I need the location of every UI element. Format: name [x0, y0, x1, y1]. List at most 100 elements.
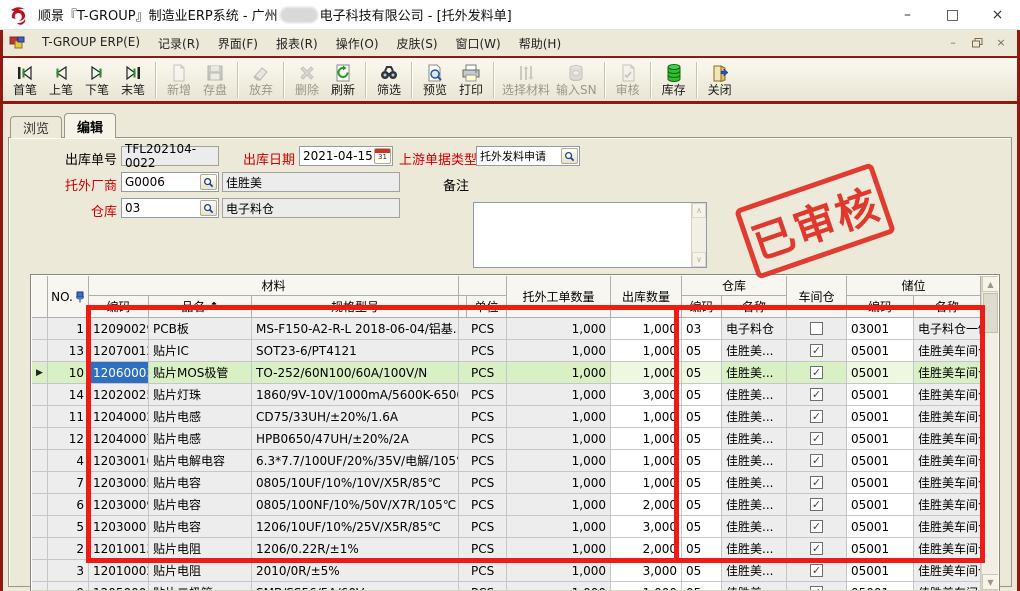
cell-shop[interactable]: ✓	[787, 450, 847, 472]
cell-out_qty[interactable]: 1,000	[611, 428, 682, 450]
cell-unit[interactable]: PCS	[467, 494, 507, 516]
cell-order_qty[interactable]: 1,000	[507, 472, 611, 494]
cell-shop[interactable]	[787, 318, 847, 340]
cell-loc_name[interactable]: 电子料仓一储	[914, 318, 981, 340]
scrollbar-thumb[interactable]	[983, 293, 998, 333]
cell-name[interactable]: 贴片电容	[149, 516, 252, 538]
cell-name[interactable]: 贴片电阻	[149, 560, 252, 582]
cell-no[interactable]: 13	[48, 340, 89, 362]
cell-shop[interactable]: ✓	[787, 362, 847, 384]
cell-name[interactable]: 贴片电感	[149, 428, 252, 450]
header-no[interactable]: NO.	[48, 276, 89, 318]
cell-order_qty[interactable]: 1,000	[507, 362, 611, 384]
warehouse-code-field[interactable]: 03	[121, 198, 219, 218]
header-wh-name[interactable]: 名称	[722, 296, 787, 318]
cell-out_qty[interactable]: 3,000	[611, 384, 682, 406]
cell-order_qty[interactable]: 1,000	[507, 428, 611, 450]
cell-loc_name[interactable]: 佳胜美车间仓	[914, 362, 981, 384]
cell-spec[interactable]: SOT23-6/PT4121	[252, 340, 459, 362]
cell-no[interactable]: 14	[48, 384, 89, 406]
cell-shop[interactable]: ✓	[787, 472, 847, 494]
out-date-field[interactable]: 2021-04-15 31	[299, 146, 393, 166]
cell-no[interactable]: 11	[48, 406, 89, 428]
cell-shop[interactable]: ✓	[787, 494, 847, 516]
header-material-name[interactable]: 品名↑	[149, 296, 252, 318]
cell-wh_name[interactable]: 佳胜美...	[722, 538, 787, 560]
header-out-qty[interactable]: 出库数量	[611, 276, 682, 318]
cell-order_qty[interactable]: 1,000	[507, 450, 611, 472]
cell-wh_name[interactable]: 电子料仓	[722, 318, 787, 340]
toolbar-button-库存[interactable]: 库存	[656, 60, 692, 100]
mdi-close-button[interactable]: ×	[993, 35, 1009, 50]
scroll-up-icon[interactable]: ∧	[692, 203, 706, 218]
calendar-button[interactable]: 31	[374, 148, 391, 164]
shop-warehouse-checkbox[interactable]: ✓	[810, 498, 823, 511]
shop-warehouse-checkbox[interactable]: ✓	[810, 476, 823, 489]
cell-order_qty[interactable]: 1,000	[507, 516, 611, 538]
mdi-minimize-button[interactable]: –	[945, 35, 961, 50]
cell-loc_code[interactable]: 05001	[847, 450, 914, 472]
cell-out_qty[interactable]: 1,000	[611, 362, 682, 384]
cell-wh_name[interactable]: 佳胜美...	[722, 384, 787, 406]
cell-unit[interactable]: PCS	[467, 362, 507, 384]
cell-name[interactable]: PCB板	[149, 318, 252, 340]
cell-loc_name[interactable]: 佳胜美车间仓	[914, 384, 981, 406]
cell-wh_name[interactable]: 佳胜美...	[722, 582, 787, 590]
cell-loc_name[interactable]: 佳胜美车间仓	[914, 450, 981, 472]
shop-warehouse-checkbox[interactable]: ✓	[810, 564, 823, 577]
table-row[interactable]: 1112040002贴片电感CD75/33UH/±20%/1.6APCS1,00…	[32, 406, 981, 428]
cell-order_qty[interactable]: 1,000	[507, 538, 611, 560]
cell-shop[interactable]: ✓	[787, 428, 847, 450]
cell-name[interactable]: 贴片IC	[149, 340, 252, 362]
cell-wh_code[interactable]: 05	[682, 560, 722, 582]
cell-unit[interactable]: PCS	[467, 340, 507, 362]
cell-shop[interactable]: ✓	[787, 406, 847, 428]
cell-name[interactable]: 贴片电解电容	[149, 450, 252, 472]
cell-spec[interactable]: 6.3*7.7/100UF/20%/35V/电解/105℃	[252, 450, 459, 472]
toolbar-button-首笔[interactable]: 首笔	[7, 60, 43, 100]
cell-wh_name[interactable]: 佳胜美...	[722, 406, 787, 428]
cell-spec[interactable]: SMB/SS56/5A/60V	[252, 582, 459, 590]
table-row[interactable]: 1412020025贴片灯珠1860/9V-10V/1000mA/5600K-6…	[32, 384, 981, 406]
cell-wh_code[interactable]: 05	[682, 384, 722, 406]
cell-shop[interactable]: ✓	[787, 516, 847, 538]
cell-no[interactable]: 6	[48, 494, 89, 516]
cell-wh_name[interactable]: 佳胜美...	[722, 516, 787, 538]
cell-order_qty[interactable]: 1,000	[507, 406, 611, 428]
shop-warehouse-checkbox[interactable]: ✓	[810, 542, 823, 555]
cell-loc_code[interactable]: 05001	[847, 538, 914, 560]
header-loc-code[interactable]: 编码	[847, 296, 914, 318]
shop-warehouse-checkbox[interactable]: ✓	[810, 520, 823, 533]
table-row[interactable]: 312010002贴片电阻2010/0R/±5%PCS1,0003,00005佳…	[32, 560, 981, 582]
cell-loc_name[interactable]: 佳胜美车间仓	[914, 494, 981, 516]
table-row[interactable]: 1212040007贴片电感HPB0650/47UH/±20%/2APCS1,0…	[32, 428, 981, 450]
cell-out_qty[interactable]: 2,000	[611, 538, 682, 560]
header-material-code[interactable]: 编码	[89, 296, 149, 318]
cell-no[interactable]: 4	[48, 450, 89, 472]
cell-shop[interactable]: ✓	[787, 560, 847, 582]
toolbar-button-打印[interactable]: 打印	[453, 60, 489, 100]
cell-spec[interactable]: 1206/10UF/10%/25V/X5R/85℃	[252, 516, 459, 538]
vertical-scrollbar[interactable]: ▲ ▼	[981, 276, 998, 590]
scroll-up-icon[interactable]: ▲	[982, 276, 998, 292]
table-row[interactable]: 512030001贴片电容1206/10UF/10%/25V/X5R/85℃PC…	[32, 516, 981, 538]
lookup-icon[interactable]	[561, 148, 578, 164]
cell-wh_name[interactable]: 佳胜美...	[722, 472, 787, 494]
cell-spec[interactable]: CD75/33UH/±20%/1.6A	[252, 406, 459, 428]
cell-spec[interactable]: 0805/10UF/10%/10V/X5R/85℃	[252, 472, 459, 494]
header-loc-name[interactable]: 名称	[914, 296, 981, 318]
menu-item-5[interactable]: 操作(O)	[327, 32, 388, 55]
cell-wh_code[interactable]: 05	[682, 406, 722, 428]
shop-warehouse-checkbox[interactable]: ✓	[810, 454, 823, 467]
shop-warehouse-checkbox[interactable]	[810, 322, 823, 335]
cell-out_qty[interactable]: 3,000	[611, 516, 682, 538]
cell-code[interactable]: 12040007	[89, 428, 149, 450]
toolbar-button-关闭[interactable]: 关闭	[702, 60, 738, 100]
table-row[interactable]: 1312070012贴片ICSOT23-6/PT4121PCS1,0001,00…	[32, 340, 981, 362]
cell-order_qty[interactable]: 1,000	[507, 384, 611, 406]
cell-loc_code[interactable]: 03001	[847, 318, 914, 340]
cell-wh_name[interactable]: 佳胜美...	[722, 560, 787, 582]
cell-spec[interactable]: MS-F150-A2-R-L 2018-06-04/铝基...	[252, 318, 459, 340]
menu-item-8[interactable]: 帮助(H)	[510, 32, 570, 55]
cell-name[interactable]: 贴片灯珠	[149, 384, 252, 406]
